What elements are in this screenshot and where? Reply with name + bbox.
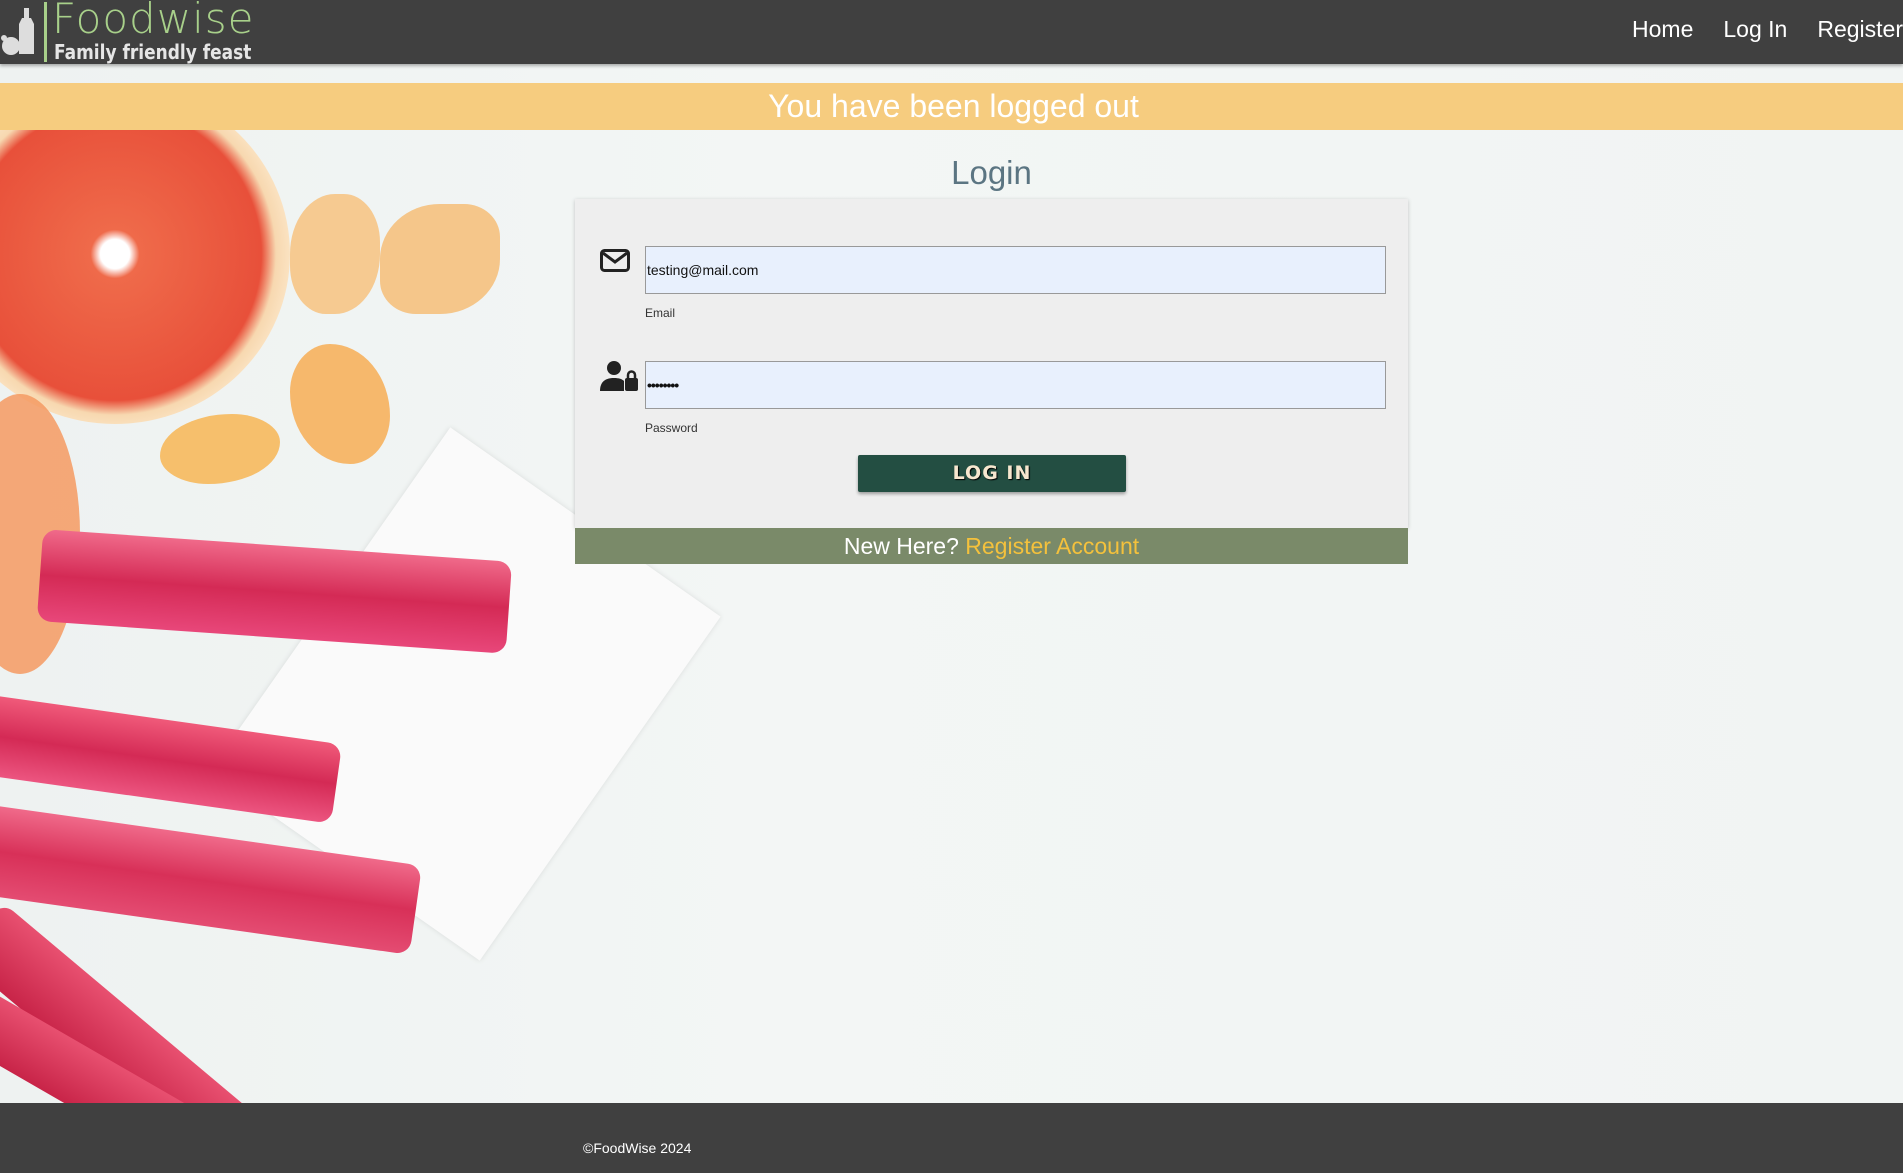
- brand-name: Foodwise: [52, 0, 255, 43]
- top-navbar: Foodwise Family friendly feast Home Log …: [0, 0, 1903, 64]
- new-here-text: New Here?: [843, 533, 959, 559]
- logo-divider: [44, 2, 47, 62]
- password-input[interactable]: ••••••••: [645, 361, 1386, 409]
- email-input[interactable]: testing@mail.com: [645, 246, 1386, 294]
- main-nav: Home Log In Register: [1602, 16, 1903, 43]
- footer: ©FoodWise 2024: [0, 1103, 1903, 1173]
- password-label: Password: [645, 421, 698, 435]
- user-lock-icon: [600, 361, 638, 396]
- register-prompt-bar: New Here? Register Account: [575, 528, 1408, 564]
- logout-message-banner: You have been logged out: [0, 83, 1903, 130]
- login-form: testing@mail.com Email •••••••• Password…: [575, 199, 1408, 528]
- nav-login[interactable]: Log In: [1723, 16, 1787, 43]
- logout-message: You have been logged out: [768, 88, 1139, 124]
- logo[interactable]: Foodwise Family friendly feast: [0, 0, 253, 64]
- page-title: Login: [951, 154, 1032, 191]
- login-button[interactable]: LOG IN: [858, 455, 1126, 492]
- nav-home[interactable]: Home: [1632, 16, 1693, 43]
- brand-tagline: Family friendly feast: [54, 40, 252, 64]
- password-value: ••••••••: [647, 377, 679, 393]
- logo-bottle-apple-icon: [0, 0, 42, 64]
- nav-register[interactable]: Register: [1817, 16, 1903, 43]
- email-value: testing@mail.com: [647, 262, 759, 278]
- copyright: ©FoodWise 2024: [583, 1140, 692, 1156]
- email-label: Email: [645, 306, 676, 320]
- register-account-link[interactable]: Register Account: [965, 533, 1139, 559]
- envelope-icon: [600, 249, 630, 278]
